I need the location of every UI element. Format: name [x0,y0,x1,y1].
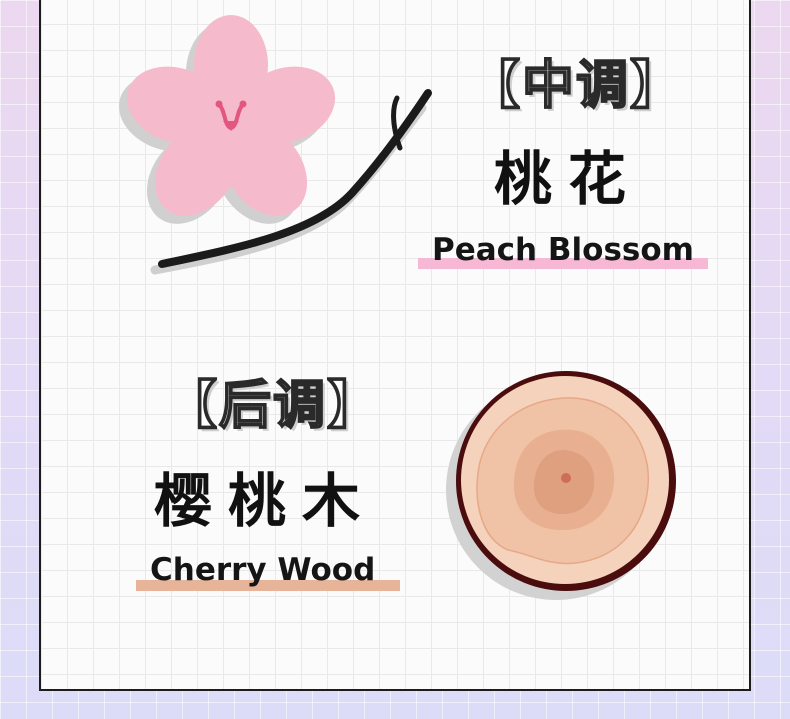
base-note-name-cn: 樱桃木 [154,467,377,535]
base-note-name-en: Cherry Wood [150,552,376,588]
peach-blossom-icon [118,15,432,275]
base-note-tag: 【后调】 [164,376,382,436]
middle-note-name-cn: 桃花 [494,145,643,213]
middle-note-name-en: Peach Blossom [432,232,694,268]
middle-note-tag: 【中调】 [467,56,685,116]
wood-slice-icon [446,371,676,600]
